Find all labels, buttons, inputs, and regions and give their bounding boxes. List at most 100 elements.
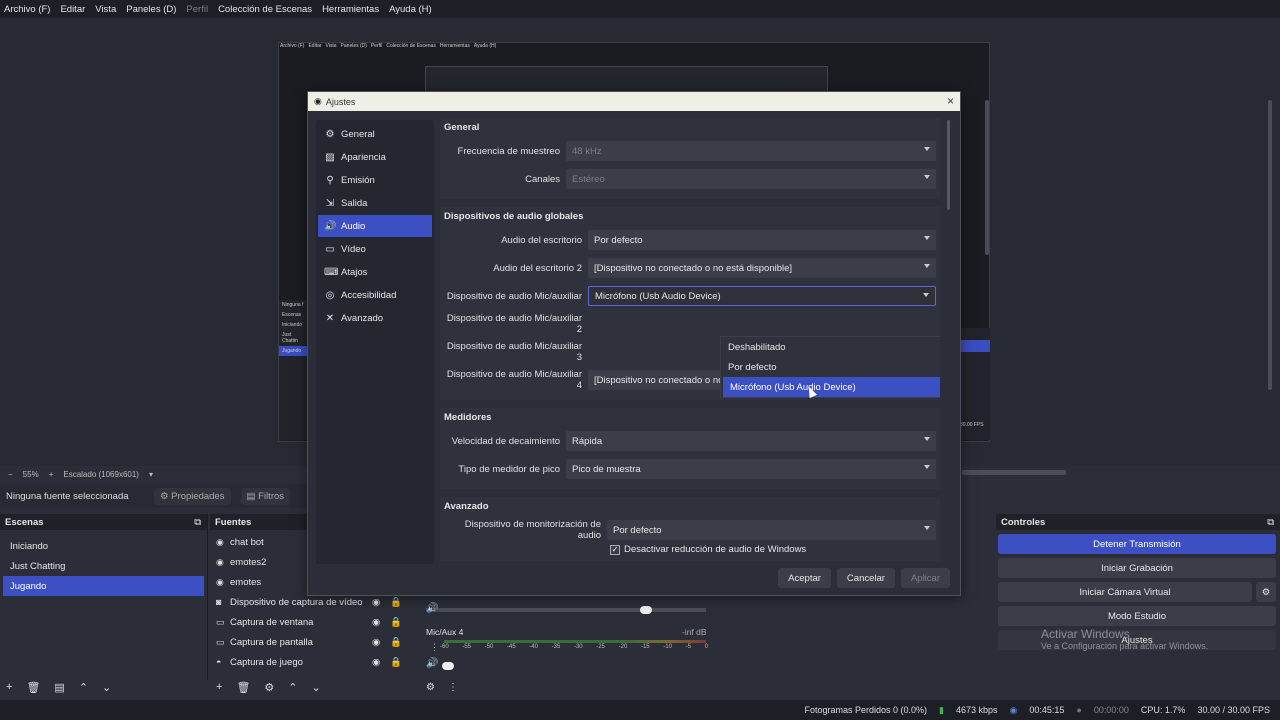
tools-icon: ✕ (325, 312, 335, 324)
menu-vista[interactable]: Vista (95, 4, 116, 15)
source-label: Dispositivo de captura de vídeo (230, 596, 363, 608)
preview-inner-text: Just Chattin (282, 332, 298, 344)
volume-slider-track[interactable] (426, 608, 706, 612)
arrow-down-icon[interactable]: ⌄ (312, 681, 321, 694)
filters-button[interactable]: ▤ Filtros (240, 487, 291, 505)
zoom-in-button[interactable]: + (49, 470, 54, 479)
signal-icon: ▮ (939, 704, 944, 715)
dropdown-option[interactable]: Deshabilitado (721, 337, 940, 357)
peak-meter-select[interactable]: Pico de muestra (566, 459, 936, 479)
accessibility-icon: ◎ (325, 289, 335, 301)
undock-icon[interactable]: ⧉ (194, 517, 201, 528)
nav-audio[interactable]: 🔊 Audio (318, 215, 432, 237)
settings-dialog: ◉ Ajustes × ⚙ General ▨ Apariencia ⚲ Emisió… (307, 91, 961, 596)
decay-select[interactable]: Rápida (566, 431, 936, 451)
channels-select[interactable]: Estéreo (566, 169, 936, 189)
source-label: chat bot (230, 536, 264, 548)
menu-paneles[interactable]: Paneles (D) (126, 4, 176, 15)
ducking-label: Desactivar reducción de audio de Windows (624, 544, 807, 555)
eye-icon[interactable]: ◉ (372, 657, 380, 668)
apply-button[interactable]: Aplicar (900, 568, 950, 588)
section-general: General Frecuencia de muestreo 48 kHz Ca… (440, 118, 940, 199)
channels-label: Canales (525, 173, 560, 185)
cancel-button[interactable]: Cancelar (836, 568, 895, 588)
desktop-audio-2-select[interactable]: [Dispositivo no conectado o no está disp… (588, 258, 936, 278)
scale-tick: -25 (596, 644, 605, 650)
menu-coleccion-escenas[interactable]: Colección de Escenas (218, 4, 312, 15)
gear-icon[interactable]: ⚙ (1256, 582, 1276, 602)
arrow-up-icon[interactable]: ⌃ (79, 681, 88, 694)
ducking-checkbox-row[interactable]: ✓ Desactivar reducción de audio de Windo… (610, 544, 936, 555)
menu-dots-icon[interactable]: ⋮ (448, 682, 458, 693)
scale-tick: -60 (440, 644, 449, 650)
section-title: Avanzado (444, 501, 489, 512)
preview-inner-right-panel: 30.00 FPS (960, 328, 990, 440)
close-icon[interactable]: × (947, 94, 954, 108)
activate-windows-watermark: Activar Windows Ve a Configuración para … (1041, 627, 1208, 651)
speaker-icon[interactable]: 🔊 (426, 603, 438, 614)
menu-herramientas[interactable]: Herramientas (322, 4, 379, 15)
chevron-down-icon (923, 293, 929, 297)
trash-icon[interactable]: 🗑 (236, 681, 250, 694)
filter-icon[interactable]: ▤ (54, 681, 64, 694)
accept-button[interactable]: Aceptar (778, 568, 831, 588)
menu-editar[interactable]: Editar (60, 4, 85, 15)
studio-mode-button[interactable]: Modo Estudio (998, 606, 1276, 626)
scene-item[interactable]: Jugando (3, 576, 204, 596)
desktop-audio-select[interactable]: Por defecto (588, 230, 936, 250)
zoom-out-button[interactable]: − (8, 470, 13, 479)
nav-hotkeys[interactable]: ⌨ Atajos (318, 261, 432, 283)
mic-select[interactable]: Micrófono (Usb Audio Device) (588, 286, 936, 306)
menu-ayuda[interactable]: Ayuda (H) (389, 4, 432, 15)
eye-icon[interactable]: ◉ (372, 637, 380, 648)
nav-appearance[interactable]: ▨ Apariencia (318, 146, 432, 168)
stop-stream-button[interactable]: Detener Transmisión (998, 534, 1276, 554)
volume-slider-handle[interactable] (640, 606, 652, 614)
scene-item[interactable]: Iniciando (3, 536, 204, 556)
volume-slider-handle[interactable] (442, 662, 454, 670)
source-item[interactable]: ◓ Captura de juego ◉ 🔒 (210, 652, 416, 672)
nav-accessibility[interactable]: ◎ Accesibilidad (318, 284, 432, 306)
gear-icon[interactable]: ⚙ (264, 681, 274, 694)
menu-archivo[interactable]: Archivo (F) (4, 4, 50, 15)
arrow-up-icon[interactable]: ⌃ (288, 681, 297, 694)
zoom-percent[interactable]: 55% (23, 470, 39, 479)
eye-icon[interactable]: ◉ (372, 597, 380, 608)
nav-output[interactable]: ⇲ Salida (318, 192, 432, 214)
nav-video[interactable]: ▭ Vídeo (318, 238, 432, 260)
lock-icon[interactable]: 🔒 (390, 657, 402, 668)
source-item[interactable]: ▭ Captura de ventana ◉ 🔒 (210, 612, 416, 632)
eye-icon[interactable]: ◉ (372, 617, 380, 628)
sample-rate-select[interactable]: 48 kHz (566, 141, 936, 161)
preview-horizontal-scrollbar[interactable] (962, 470, 1066, 475)
undock-icon[interactable]: ⧉ (1267, 517, 1274, 528)
nav-general[interactable]: ⚙ General (318, 123, 432, 145)
source-item[interactable]: ▭ Captura de pantalla ◉ 🔒 (210, 632, 416, 652)
preview-vertical-scrollbar[interactable] (1268, 100, 1272, 390)
settings-scrollbar[interactable] (947, 120, 950, 210)
chevron-down-icon[interactable]: ▾ (149, 470, 153, 479)
dropdown-option[interactable]: Por defecto (721, 357, 940, 377)
nav-label: Vídeo (341, 243, 366, 255)
monitor-device-select[interactable]: Por defecto (607, 520, 936, 540)
speaker-icon[interactable]: 🔊 (426, 658, 438, 669)
nav-advanced[interactable]: ✕ Avanzado (318, 307, 432, 329)
arrow-down-icon[interactable]: ⌄ (102, 681, 111, 694)
lock-icon[interactable]: 🔒 (390, 617, 402, 628)
ducking-checkbox[interactable]: ✓ (610, 544, 620, 555)
scene-item[interactable]: Just Chatting (3, 556, 204, 576)
start-recording-button[interactable]: Iniciar Grabación (998, 558, 1276, 578)
add-scene-icon[interactable]: + (6, 681, 12, 693)
menu-dots-icon[interactable]: ⋮ (430, 642, 439, 653)
mixer-settings-icon[interactable]: ⚙ (426, 682, 435, 693)
trash-icon[interactable]: 🗑 (26, 681, 40, 694)
nav-stream[interactable]: ⚲ Emisión (318, 169, 432, 191)
dropdown-option[interactable]: Micrófono (Usb Audio Device) (723, 377, 940, 397)
add-source-icon[interactable]: + (216, 681, 222, 693)
properties-button[interactable]: ⚙ Propiedades (154, 487, 231, 505)
virtual-camera-button[interactable]: Iniciar Cámara Virtual (998, 582, 1252, 602)
lock-icon[interactable]: 🔒 (390, 597, 402, 608)
menu-perfil[interactable]: Perfil (186, 4, 208, 15)
lock-icon[interactable]: 🔒 (390, 637, 402, 648)
zoom-bar: − 55% + Escalado (1069x601) ▾ (0, 466, 306, 482)
